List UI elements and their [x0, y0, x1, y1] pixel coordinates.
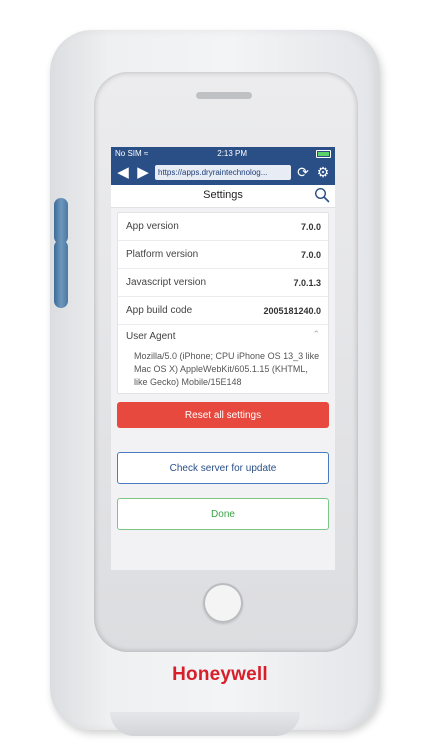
app-build-code-row: App build code 2005181240.0 [118, 297, 328, 325]
carrier-label: No SIM ≈ [115, 149, 149, 158]
settings-header: Settings [111, 185, 335, 208]
row-label: App build code [126, 305, 193, 316]
user-agent-value: Mozilla/5.0 (iPhone; CPU iPhone OS 13_3 … [134, 351, 320, 387]
check-server-update-button[interactable]: Check server for update [117, 452, 329, 484]
home-button[interactable] [203, 583, 243, 623]
chevron-up-icon[interactable]: ⌃ [312, 329, 320, 340]
status-bar: No SIM ≈ 2:13 PM [111, 147, 335, 160]
browser-toolbar: ◀ ▶ https://apps.dryraintechnolog... ⟳ ⚙ [111, 160, 335, 185]
search-icon[interactable] [314, 187, 330, 203]
brand-logo: Honeywell [172, 664, 268, 685]
side-scan-button-bottom[interactable] [54, 240, 68, 308]
javascript-version-row: Javascript version 7.0.1.3 [118, 269, 328, 297]
user-agent-section[interactable]: User Agent ⌃ Mozilla/5.0 (iPhone; CPU iP… [118, 325, 328, 393]
settings-info-panel: App version 7.0.0 Platform version 7.0.0… [117, 212, 329, 394]
phone-speaker [196, 92, 252, 99]
row-value: 7.0.1.3 [293, 277, 321, 288]
phone-screen: No SIM ≈ 2:13 PM ◀ ▶ https://apps.dryrai… [111, 147, 335, 570]
gear-icon[interactable]: ⚙ [315, 164, 331, 181]
refresh-icon[interactable]: ⟳ [295, 164, 311, 181]
user-agent-label: User Agent [126, 331, 176, 342]
back-arrow-icon[interactable]: ◀ [115, 165, 131, 180]
done-button[interactable]: Done [117, 498, 329, 530]
status-time: 2:13 PM [217, 149, 248, 158]
row-label: App version [126, 221, 179, 232]
platform-version-row: Platform version 7.0.0 [118, 241, 328, 269]
forward-arrow-icon[interactable]: ▶ [135, 165, 151, 180]
url-field[interactable]: https://apps.dryraintechnolog... [155, 165, 291, 180]
battery-icon [316, 149, 331, 158]
wifi-icon: ≈ [143, 149, 149, 158]
reset-all-settings-button[interactable]: Reset all settings [117, 402, 329, 428]
page-title: Settings [203, 189, 243, 201]
row-value: 2005181240.0 [263, 305, 321, 316]
app-version-row: App version 7.0.0 [118, 213, 328, 241]
device-case-base [110, 712, 300, 736]
row-value: 7.0.0 [300, 221, 321, 232]
row-label: Platform version [126, 249, 199, 260]
side-scan-button-top[interactable] [54, 198, 68, 244]
row-label: Javascript version [126, 277, 207, 288]
row-value: 7.0.0 [300, 249, 321, 260]
